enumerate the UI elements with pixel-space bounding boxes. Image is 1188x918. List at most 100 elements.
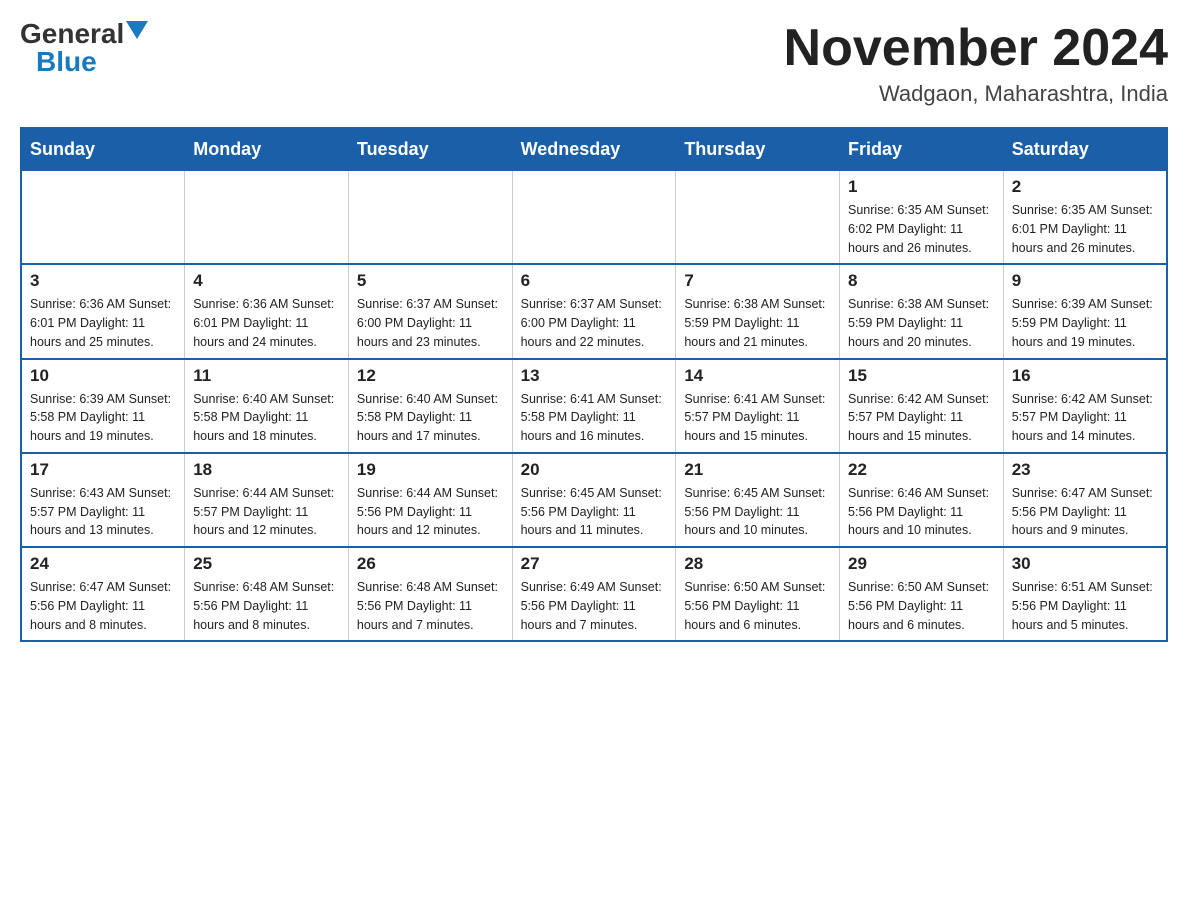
day-number: 26 bbox=[357, 554, 504, 574]
day-number: 12 bbox=[357, 366, 504, 386]
calendar-cell: 3Sunrise: 6:36 AM Sunset: 6:01 PM Daylig… bbox=[21, 264, 185, 358]
calendar-week-row: 24 Sunrise: 6:47 AM Sunset: 5:56 PM Dayli… bbox=[21, 547, 1167, 641]
day-number: 21 bbox=[684, 460, 831, 480]
calendar-week-row: 17 Sunrise: 6:43 AM Sunset: 5:57 PM Dayli… bbox=[21, 453, 1167, 547]
day-number: 2 bbox=[1012, 177, 1158, 197]
day-info: Sunrise: 6:38 AM Sunset: 5:59 PM Dayligh… bbox=[684, 295, 831, 351]
day-info: Sunrise: 6:45 AM Sunset: 5:56 PM Dayligh… bbox=[521, 484, 668, 540]
calendar-cell bbox=[512, 171, 676, 265]
page-header: General Blue November 2024 Wadgaon, Maha… bbox=[20, 20, 1168, 107]
day-number: 13 bbox=[521, 366, 668, 386]
calendar-cell: 26 Sunrise: 6:48 AM Sunset: 5:56 PM Dayli… bbox=[348, 547, 512, 641]
calendar-week-row: 10 Sunrise: 6:39 AM Sunset: 5:58 PM Dayli… bbox=[21, 359, 1167, 453]
title-section: November 2024 Wadgaon, Maharashtra, Indi… bbox=[784, 20, 1168, 107]
day-info: Sunrise: 6:41 AM Sunset: 5:58 PM Dayligh… bbox=[521, 390, 668, 446]
day-number: 22 bbox=[848, 460, 995, 480]
day-info: Sunrise: 6:42 AM Sunset: 5:57 PM Dayligh… bbox=[848, 390, 995, 446]
day-info: Sunrise: 6:50 AM Sunset: 5:56 PM Dayligh… bbox=[848, 578, 995, 634]
month-title: November 2024 bbox=[784, 20, 1168, 77]
day-number: 11 bbox=[193, 366, 340, 386]
calendar-cell: 7Sunrise: 6:38 AM Sunset: 5:59 PM Daylig… bbox=[676, 264, 840, 358]
day-info: Sunrise: 6:47 AM Sunset: 5:56 PM Dayligh… bbox=[1012, 484, 1158, 540]
day-number: 10 bbox=[30, 366, 176, 386]
day-info: Sunrise: 6:47 AM Sunset: 5:56 PM Dayligh… bbox=[30, 578, 176, 634]
calendar-cell: 5Sunrise: 6:37 AM Sunset: 6:00 PM Daylig… bbox=[348, 264, 512, 358]
day-number: 25 bbox=[193, 554, 340, 574]
day-header-monday: Monday bbox=[185, 128, 349, 171]
calendar-cell: 2Sunrise: 6:35 AM Sunset: 6:01 PM Daylig… bbox=[1003, 171, 1167, 265]
calendar-cell: 13 Sunrise: 6:41 AM Sunset: 5:58 PM Dayli… bbox=[512, 359, 676, 453]
calendar-week-row: 1 Sunrise: 6:35 AM Sunset: 6:02 PM Daylig… bbox=[21, 171, 1167, 265]
calendar-cell: 19Sunrise: 6:44 AM Sunset: 5:56 PM Dayli… bbox=[348, 453, 512, 547]
day-header-friday: Friday bbox=[840, 128, 1004, 171]
day-number: 16 bbox=[1012, 366, 1158, 386]
day-number: 24 bbox=[30, 554, 176, 574]
day-info: Sunrise: 6:44 AM Sunset: 5:57 PM Dayligh… bbox=[193, 484, 340, 540]
calendar-cell bbox=[185, 171, 349, 265]
calendar-cell: 8 Sunrise: 6:38 AM Sunset: 5:59 PM Daylig… bbox=[840, 264, 1004, 358]
day-info: Sunrise: 6:35 AM Sunset: 6:02 PM Dayligh… bbox=[848, 201, 995, 257]
day-info: Sunrise: 6:37 AM Sunset: 6:00 PM Dayligh… bbox=[521, 295, 668, 351]
calendar-cell: 20Sunrise: 6:45 AM Sunset: 5:56 PM Dayli… bbox=[512, 453, 676, 547]
day-info: Sunrise: 6:38 AM Sunset: 5:59 PM Dayligh… bbox=[848, 295, 995, 351]
logo: General Blue bbox=[20, 20, 148, 76]
logo-triangle-icon bbox=[126, 21, 148, 43]
calendar-cell: 24 Sunrise: 6:47 AM Sunset: 5:56 PM Dayli… bbox=[21, 547, 185, 641]
day-info: Sunrise: 6:46 AM Sunset: 5:56 PM Dayligh… bbox=[848, 484, 995, 540]
calendar-cell: 27 Sunrise: 6:49 AM Sunset: 5:56 PM Dayli… bbox=[512, 547, 676, 641]
day-info: Sunrise: 6:45 AM Sunset: 5:56 PM Dayligh… bbox=[684, 484, 831, 540]
day-number: 6 bbox=[521, 271, 668, 291]
day-number: 30 bbox=[1012, 554, 1158, 574]
day-number: 1 bbox=[848, 177, 995, 197]
day-header-saturday: Saturday bbox=[1003, 128, 1167, 171]
calendar-cell: 14 Sunrise: 6:41 AM Sunset: 5:57 PM Dayli… bbox=[676, 359, 840, 453]
day-number: 4 bbox=[193, 271, 340, 291]
day-number: 18 bbox=[193, 460, 340, 480]
day-number: 29 bbox=[848, 554, 995, 574]
day-info: Sunrise: 6:50 AM Sunset: 5:56 PM Dayligh… bbox=[684, 578, 831, 634]
day-info: Sunrise: 6:48 AM Sunset: 5:56 PM Dayligh… bbox=[193, 578, 340, 634]
calendar-cell bbox=[21, 171, 185, 265]
day-info: Sunrise: 6:43 AM Sunset: 5:57 PM Dayligh… bbox=[30, 484, 176, 540]
calendar-table: SundayMondayTuesdayWednesdayThursdayFrid… bbox=[20, 127, 1168, 642]
day-header-wednesday: Wednesday bbox=[512, 128, 676, 171]
calendar-cell: 11 Sunrise: 6:40 AM Sunset: 5:58 PM Dayli… bbox=[185, 359, 349, 453]
day-number: 28 bbox=[684, 554, 831, 574]
day-info: Sunrise: 6:49 AM Sunset: 5:56 PM Dayligh… bbox=[521, 578, 668, 634]
day-number: 27 bbox=[521, 554, 668, 574]
calendar-cell: 23Sunrise: 6:47 AM Sunset: 5:56 PM Dayli… bbox=[1003, 453, 1167, 547]
calendar-cell: 28 Sunrise: 6:50 AM Sunset: 5:56 PM Dayli… bbox=[676, 547, 840, 641]
day-number: 9 bbox=[1012, 271, 1158, 291]
logo-general-text: General bbox=[20, 20, 124, 48]
day-info: Sunrise: 6:51 AM Sunset: 5:56 PM Dayligh… bbox=[1012, 578, 1158, 634]
day-number: 17 bbox=[30, 460, 176, 480]
calendar-cell: 29 Sunrise: 6:50 AM Sunset: 5:56 PM Dayli… bbox=[840, 547, 1004, 641]
location-text: Wadgaon, Maharashtra, India bbox=[784, 81, 1168, 107]
calendar-cell: 18 Sunrise: 6:44 AM Sunset: 5:57 PM Dayli… bbox=[185, 453, 349, 547]
calendar-header-row: SundayMondayTuesdayWednesdayThursdayFrid… bbox=[21, 128, 1167, 171]
day-info: Sunrise: 6:39 AM Sunset: 5:59 PM Dayligh… bbox=[1012, 295, 1158, 351]
calendar-cell: 9 Sunrise: 6:39 AM Sunset: 5:59 PM Daylig… bbox=[1003, 264, 1167, 358]
calendar-cell: 21 Sunrise: 6:45 AM Sunset: 5:56 PM Dayli… bbox=[676, 453, 840, 547]
day-info: Sunrise: 6:40 AM Sunset: 5:58 PM Dayligh… bbox=[193, 390, 340, 446]
day-info: Sunrise: 6:44 AM Sunset: 5:56 PM Dayligh… bbox=[357, 484, 504, 540]
logo-blue-text: Blue bbox=[36, 46, 97, 77]
day-number: 14 bbox=[684, 366, 831, 386]
day-info: Sunrise: 6:42 AM Sunset: 5:57 PM Dayligh… bbox=[1012, 390, 1158, 446]
day-header-thursday: Thursday bbox=[676, 128, 840, 171]
calendar-cell: 22 Sunrise: 6:46 AM Sunset: 5:56 PM Dayli… bbox=[840, 453, 1004, 547]
day-info: Sunrise: 6:48 AM Sunset: 5:56 PM Dayligh… bbox=[357, 578, 504, 634]
day-header-tuesday: Tuesday bbox=[348, 128, 512, 171]
calendar-cell: 17 Sunrise: 6:43 AM Sunset: 5:57 PM Dayli… bbox=[21, 453, 185, 547]
calendar-cell: 15Sunrise: 6:42 AM Sunset: 5:57 PM Dayli… bbox=[840, 359, 1004, 453]
day-info: Sunrise: 6:36 AM Sunset: 6:01 PM Dayligh… bbox=[193, 295, 340, 351]
day-info: Sunrise: 6:39 AM Sunset: 5:58 PM Dayligh… bbox=[30, 390, 176, 446]
day-info: Sunrise: 6:41 AM Sunset: 5:57 PM Dayligh… bbox=[684, 390, 831, 446]
calendar-cell: 16 Sunrise: 6:42 AM Sunset: 5:57 PM Dayli… bbox=[1003, 359, 1167, 453]
day-number: 8 bbox=[848, 271, 995, 291]
day-number: 5 bbox=[357, 271, 504, 291]
day-info: Sunrise: 6:40 AM Sunset: 5:58 PM Dayligh… bbox=[357, 390, 504, 446]
calendar-week-row: 3Sunrise: 6:36 AM Sunset: 6:01 PM Daylig… bbox=[21, 264, 1167, 358]
day-info: Sunrise: 6:36 AM Sunset: 6:01 PM Dayligh… bbox=[30, 295, 176, 351]
calendar-cell bbox=[348, 171, 512, 265]
